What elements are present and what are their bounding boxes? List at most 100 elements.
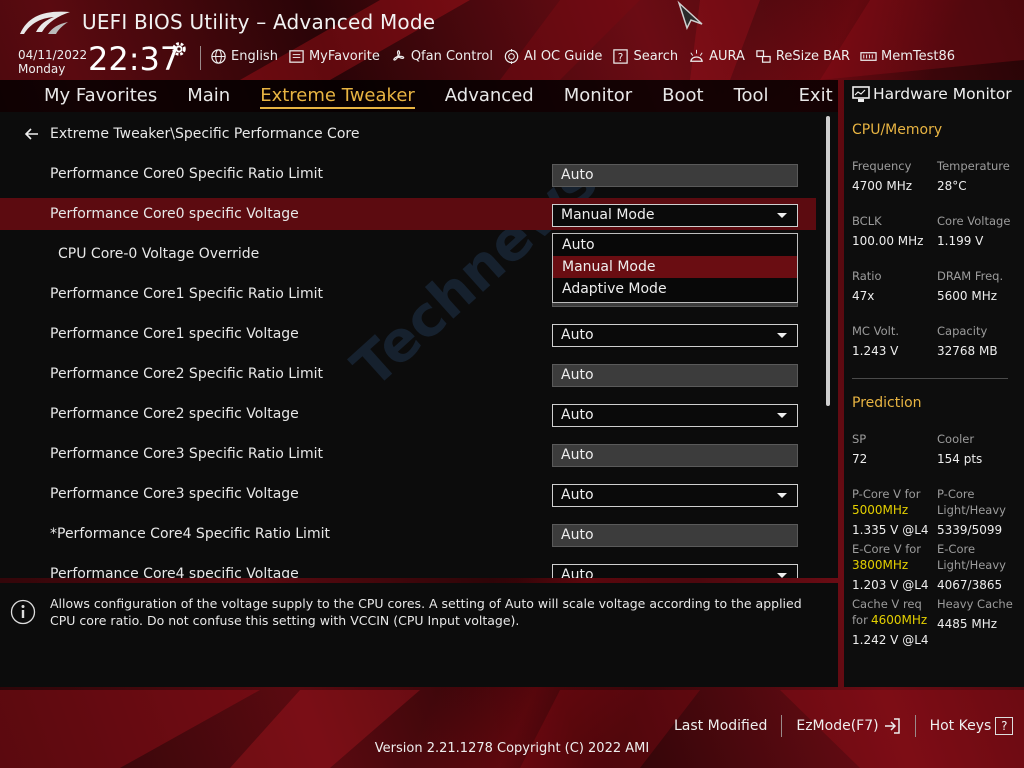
- setting-row-core4-voltage[interactable]: Performance Core4 specific Voltage Auto: [0, 558, 816, 578]
- tab-boot[interactable]: Boot: [647, 80, 718, 112]
- setting-label: Performance Core1 specific Voltage: [50, 326, 299, 342]
- tab-exit[interactable]: Exit: [784, 80, 848, 112]
- hot-keys-button[interactable]: Hot Keys ?: [916, 717, 1024, 735]
- core3-voltage-select[interactable]: Auto: [552, 484, 798, 507]
- core2-ratio-input[interactable]: Auto: [552, 364, 798, 387]
- setting-row-core2-ratio[interactable]: Performance Core2 Specific Ratio Limit A…: [0, 358, 816, 390]
- tab-label: My Favorites: [44, 85, 158, 106]
- scrollbar[interactable]: [826, 116, 830, 406]
- toolbar-label: MemTest86: [881, 48, 956, 64]
- tab-label: Monitor: [563, 85, 633, 106]
- tab-monitor[interactable]: Monitor: [549, 80, 647, 112]
- hw-value-frequency: 4700 MHz: [852, 179, 913, 193]
- clock: 22:37: [88, 40, 181, 78]
- toolbar-label: AURA: [709, 48, 745, 64]
- hw-label-heavy-cache: Heavy Cache: [937, 597, 1013, 611]
- hw-label-cache-for: for: [852, 613, 868, 627]
- dropdown-option-auto[interactable]: Auto: [553, 234, 797, 256]
- header-separator: [200, 46, 201, 70]
- select-value: Auto: [561, 407, 594, 423]
- tab-label: Exit: [798, 85, 833, 106]
- hw-label-core-voltage: Core Voltage: [937, 214, 1011, 228]
- toolbar-qfan-control[interactable]: Qfan Control: [390, 48, 493, 65]
- tab-tool[interactable]: Tool: [719, 80, 784, 112]
- toolbar-ai-oc-guide[interactable]: AI OC Guide: [503, 48, 602, 65]
- hw-label-bclk: BCLK: [852, 214, 882, 228]
- hw-label-dram-freq: DRAM Freq.: [937, 269, 1004, 283]
- setting-label: Performance Core0 specific Voltage: [50, 206, 299, 222]
- fan-icon: [393, 49, 405, 61]
- hw-label-frequency: Frequency: [852, 159, 912, 173]
- monitor-icon: [852, 86, 870, 102]
- ai-oc-guide-icon: [504, 48, 519, 64]
- toolbar-resize-bar[interactable]: ReSize BAR: [755, 48, 850, 65]
- toolbar-search[interactable]: ? Search: [612, 48, 678, 65]
- footer-label: Hot Keys: [929, 718, 992, 734]
- hw-value-dram-freq: 5600 MHz: [937, 289, 998, 303]
- hw-value-cooler: 154 pts: [937, 452, 983, 466]
- aura-icon: [690, 49, 704, 62]
- setting-label: Performance Core1 Specific Ratio Limit: [50, 286, 323, 302]
- hw-value-pcore-lh: 5339/5099: [937, 523, 1003, 537]
- last-modified-button[interactable]: Last Modified: [660, 718, 781, 734]
- setting-row-core0-ratio[interactable]: Performance Core0 Specific Ratio Limit A…: [0, 158, 816, 190]
- hw-label-pcore-lh-2: Light/Heavy: [937, 503, 1006, 517]
- hw-label-mc-volt: MC Volt.: [852, 324, 899, 338]
- core0-ratio-input[interactable]: Auto: [552, 164, 798, 187]
- core0-voltage-select[interactable]: Manual Mode: [552, 204, 798, 227]
- hw-value-ecore-v: 1.203 V @L4: [852, 578, 929, 592]
- settings-panel: Extreme Tweaker\Specific Performance Cor…: [0, 112, 838, 578]
- hw-pcore-freq: 5000MHz: [852, 503, 909, 517]
- mouse-cursor-icon: [677, 0, 703, 30]
- core4-voltage-select[interactable]: Auto: [552, 564, 798, 578]
- help-text: Allows configuration of the voltage supp…: [50, 596, 802, 628]
- toolbar-memtest86[interactable]: MemTest86: [860, 48, 955, 65]
- dropdown-option-manual-mode[interactable]: Manual Mode: [553, 256, 797, 278]
- setting-row-core4-ratio[interactable]: *Performance Core4 Specific Ratio Limit …: [0, 518, 816, 550]
- toolbar-myfavorite[interactable]: MyFavorite: [288, 48, 380, 65]
- setting-row-core1-voltage[interactable]: Performance Core1 specific Voltage Auto: [0, 318, 816, 350]
- tab-advanced[interactable]: Advanced: [430, 80, 549, 112]
- chevron-down-icon: [777, 573, 787, 578]
- select-value: Manual Mode: [561, 207, 655, 223]
- toolbar-aura[interactable]: AURA: [688, 48, 745, 65]
- dropdown-option-adaptive-mode[interactable]: Adaptive Mode: [553, 278, 797, 300]
- setting-row-core3-voltage[interactable]: Performance Core3 specific Voltage Auto: [0, 478, 816, 510]
- weekday: Monday: [18, 62, 66, 76]
- tab-my-favorites[interactable]: My Favorites: [0, 80, 172, 112]
- setting-row-core2-voltage[interactable]: Performance Core2 specific Voltage Auto: [0, 398, 816, 430]
- hw-ecore-freq: 3800MHz: [852, 558, 909, 572]
- app-title: UEFI BIOS Utility – Advanced Mode: [82, 10, 436, 34]
- back-arrow-icon[interactable]: [24, 126, 40, 142]
- help-panel: Allows configuration of the voltage supp…: [0, 583, 838, 687]
- setting-row-core3-ratio[interactable]: Performance Core3 Specific Ratio Limit A…: [0, 438, 816, 470]
- tab-label: Tool: [733, 85, 769, 106]
- footer-label: Last Modified: [674, 718, 768, 734]
- hw-value-bclk: 100.00 MHz: [852, 234, 924, 248]
- tab-extreme-tweaker[interactable]: Extreme Tweaker: [245, 80, 430, 112]
- prediction-heading: Prediction: [852, 395, 922, 411]
- hw-value-heavy-cache: 4485 MHz: [937, 617, 998, 631]
- hw-label-capacity: Capacity: [937, 324, 988, 338]
- toolbar-label: Search: [633, 48, 679, 64]
- toolbar-label: MyFavorite: [308, 48, 380, 64]
- core2-voltage-select[interactable]: Auto: [552, 404, 798, 427]
- hw-label-ecore-lh-1: E-Core: [937, 542, 976, 556]
- core4-ratio-input[interactable]: Auto: [552, 524, 798, 547]
- toolbar-label: AI OC Guide: [523, 48, 603, 64]
- gear-icon[interactable]: [170, 40, 188, 58]
- globe-icon: [211, 48, 226, 64]
- tab-main[interactable]: Main: [172, 80, 245, 112]
- toolbar-english[interactable]: English: [210, 48, 278, 65]
- ezmode-button[interactable]: EzMode(F7): [782, 717, 914, 735]
- hw-label-pcore-lh-1: P-Core: [937, 487, 975, 501]
- core3-ratio-input[interactable]: Auto: [552, 444, 798, 467]
- chevron-down-icon: [777, 333, 787, 338]
- hw-label-cooler: Cooler: [937, 432, 975, 446]
- core1-voltage-select[interactable]: Auto: [552, 324, 798, 347]
- hw-divider: [852, 378, 1008, 379]
- setting-row-core0-voltage[interactable]: Performance Core0 specific Voltage Manua…: [0, 198, 816, 230]
- hw-value-ecore-lh: 4067/3865: [937, 578, 1003, 592]
- memtest-icon: [860, 51, 877, 61]
- toolbar-label: ReSize BAR: [775, 48, 851, 64]
